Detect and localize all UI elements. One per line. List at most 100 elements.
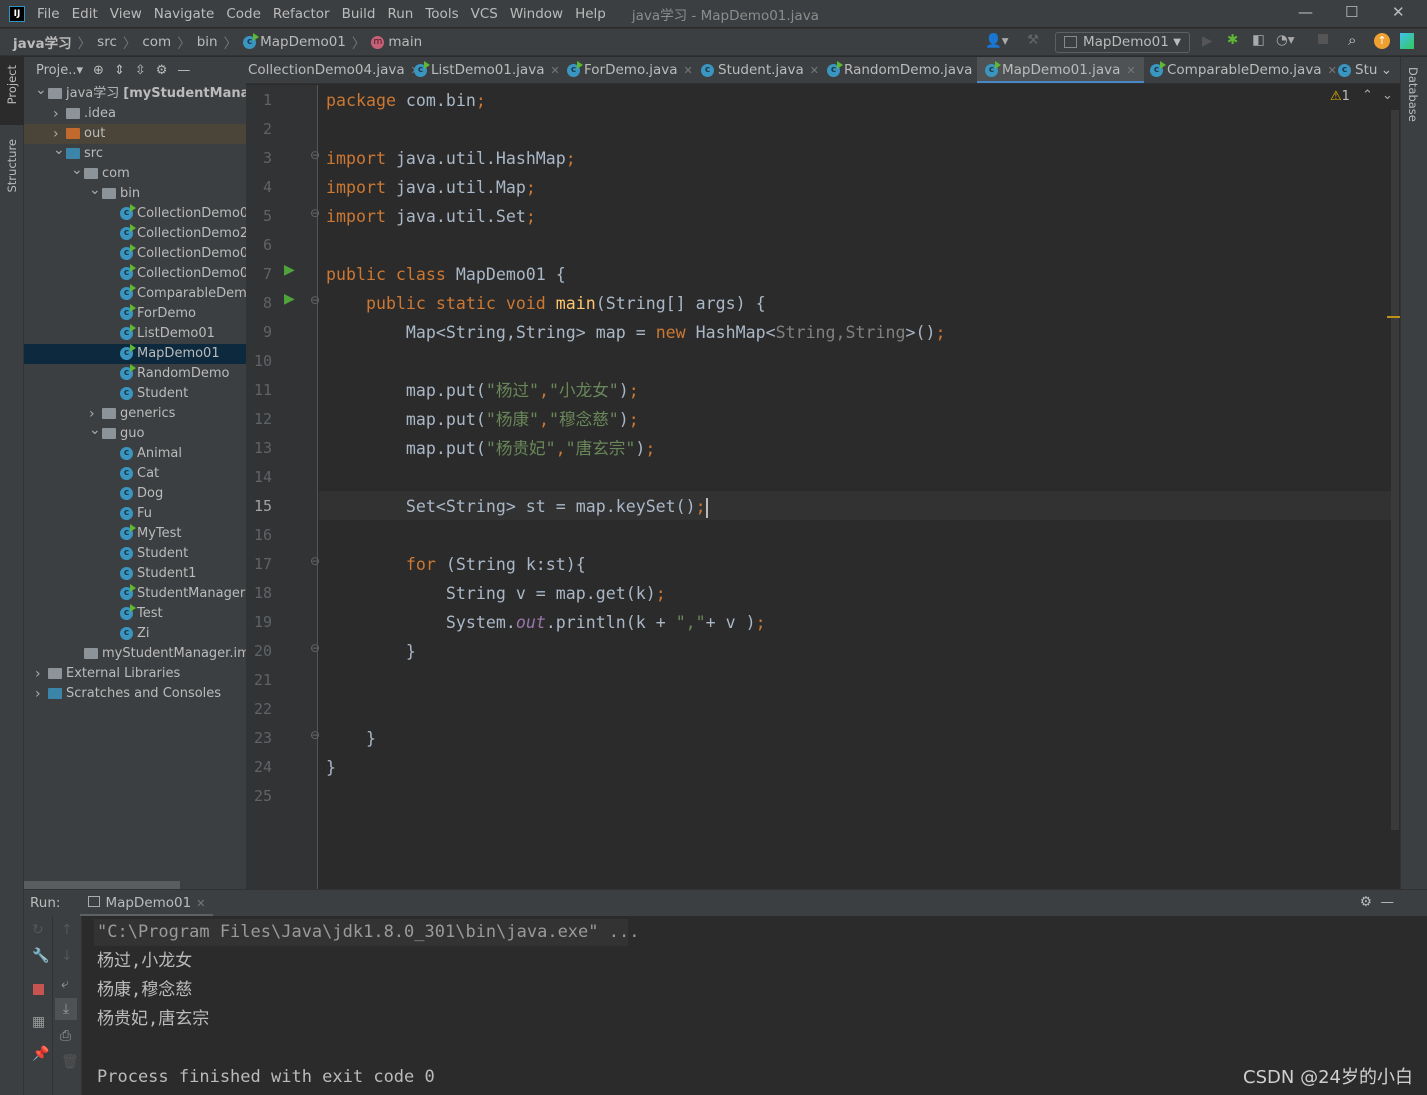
stop-icon[interactable] [1318, 34, 1328, 44]
run-gutter-icon[interactable]: ▶ [284, 291, 295, 307]
close-tab-icon[interactable]: ✕ [684, 64, 693, 77]
code-editor[interactable]: ⚠1 ⌃ ⌄ package com.bin; import java.util.… [319, 85, 1400, 889]
tab-randomdemo[interactable]: cRandomDemo.java✕ [819, 57, 996, 83]
menu-code[interactable]: Code [226, 6, 261, 22]
breadcrumb-com[interactable]: com [142, 34, 171, 50]
run-tab[interactable]: MapDemo01 ✕ [80, 890, 214, 917]
tab-stu[interactable]: c Stu [1330, 57, 1385, 83]
menu-edit[interactable]: Edit [72, 6, 98, 22]
run-gutter-icon[interactable]: ▶ [284, 262, 295, 278]
search-icon[interactable]: ⌕ [1348, 31, 1356, 49]
tree-item-studentmanager[interactable]: c StudentManager [24, 584, 246, 604]
chevron-down-icon[interactable]: ⌄ [53, 140, 65, 160]
tree-item-external-libraries[interactable]: › External Libraries [24, 664, 246, 684]
tree-item-student1[interactable]: c Student1 [24, 564, 246, 584]
breadcrumb-project[interactable]: java学习 [13, 32, 72, 52]
up-arrow-icon[interactable]: ↑ [61, 922, 73, 938]
print-icon[interactable]: ⎙ [60, 1028, 71, 1044]
minimize-icon[interactable]: — [1298, 3, 1313, 21]
tree-item--idea[interactable]: › .idea [24, 104, 246, 124]
console-output[interactable]: "C:\Program Files\Java\jdk1.8.0_301\bin\… [82, 916, 1400, 1095]
tree-item-collectiondemo2[interactable]: c CollectionDemo2 [24, 224, 246, 244]
project-tool-button[interactable]: Project [5, 65, 19, 104]
rerun-icon[interactable]: ↻ [32, 922, 44, 938]
user-icon[interactable]: 👤▾ [985, 33, 1009, 49]
breadcrumb-bin[interactable]: bin [197, 34, 218, 50]
prev-highlight-icon[interactable]: ⌃ [1362, 88, 1373, 103]
tree-item-mapdemo01[interactable]: c MapDemo01 [24, 344, 246, 364]
update-icon[interactable]: ↑ [1374, 33, 1390, 49]
trash-icon[interactable]: 🗑 [61, 1054, 79, 1070]
tab-student[interactable]: c Student.java ✕ [693, 57, 827, 83]
locate-icon[interactable]: ⊕ [93, 63, 104, 78]
tree-item-java-[interactable]: ⌄java学习[myStudentManager] [24, 84, 246, 104]
profile-icon[interactable]: ◔▾ [1276, 32, 1295, 48]
structure-tool-button[interactable]: Structure [5, 139, 19, 193]
layout-icon[interactable]: ▦ [32, 1014, 45, 1030]
tree-item-collectiondemo03[interactable]: c CollectionDemo03 [24, 244, 246, 264]
tree-item-student[interactable]: c Student [24, 384, 246, 404]
tree-item-scratches-and-consoles[interactable]: › Scratches and Consoles [24, 684, 246, 704]
tree-item-fu[interactable]: c Fu [24, 504, 246, 524]
breadcrumb-src[interactable]: src [97, 34, 117, 50]
chevron-right-icon[interactable]: › [53, 104, 59, 124]
hide-panel-icon[interactable]: — [1381, 894, 1395, 910]
editor-scrollbar[interactable] [1391, 110, 1399, 830]
menu-window[interactable]: Window [510, 6, 563, 22]
tree-item-student[interactable]: c Student [24, 544, 246, 564]
next-highlight-icon[interactable]: ⌄ [1382, 88, 1393, 103]
menu-run[interactable]: Run [387, 6, 413, 22]
tree-item-fordemo[interactable]: c ForDemo [24, 304, 246, 324]
tree-item-bin[interactable]: ⌄ bin [24, 182, 246, 204]
hide-icon[interactable]: — [177, 63, 190, 78]
warning-icon[interactable]: ⚠1 [1330, 89, 1350, 104]
tree-item-generics[interactable]: › generics [24, 404, 246, 424]
soft-wrap-icon[interactable]: ⤶ [61, 976, 69, 992]
tab-listdemo01[interactable]: c ListDemo01.java ✕ [406, 57, 568, 83]
tree-item-collectiondemo04[interactable]: c CollectionDemo04 [24, 264, 246, 284]
database-tool-button[interactable]: Database [1406, 67, 1420, 122]
chevron-down-icon[interactable]: ⌄ [71, 160, 83, 180]
menu-navigate[interactable]: Navigate [154, 6, 215, 22]
chevron-right-icon[interactable]: › [35, 664, 41, 684]
debug-icon[interactable]: ✱ [1227, 32, 1238, 48]
warning-marker[interactable] [1387, 316, 1400, 318]
tree-item-test[interactable]: c Test [24, 604, 246, 624]
maximize-icon[interactable]: ☐ [1345, 3, 1358, 21]
collapse-all-icon[interactable]: ⇳ [135, 63, 146, 78]
tree-item-com[interactable]: ⌄ com [24, 162, 246, 184]
tree-item-src[interactable]: ⌄ src [24, 142, 246, 164]
tree-item-animal[interactable]: c Animal [24, 444, 246, 464]
tree-item-zi[interactable]: c Zi [24, 624, 246, 644]
tab-comparabledemo[interactable]: c ComparableDemo.java ✕ [1142, 57, 1345, 83]
chevron-down-icon[interactable]: ⌄ [89, 180, 101, 200]
run-configuration-select[interactable]: MapDemo01 ▼ [1055, 32, 1190, 53]
tab-fordemo[interactable]: c ForDemo.java ✕ [559, 57, 701, 83]
tab-collectiondemo04[interactable]: CollectionDemo04.java✕ [246, 57, 428, 83]
breadcrumb-method[interactable]: main [388, 34, 422, 50]
tree-item-randomdemo[interactable]: c RandomDemo [24, 364, 246, 384]
menu-file[interactable]: File [37, 6, 60, 22]
stop-icon[interactable] [33, 984, 44, 995]
coverage-icon[interactable]: ◧ [1252, 32, 1265, 48]
pin-icon[interactable]: 📌 [32, 1046, 49, 1062]
menu-build[interactable]: Build [342, 6, 376, 22]
gear-icon[interactable]: ⚙ [156, 63, 168, 78]
close-tab-icon[interactable]: ✕ [810, 64, 819, 77]
scroll-to-end-icon[interactable]: ⤓ [55, 998, 77, 1020]
chevron-right-icon[interactable]: › [35, 684, 41, 704]
wrench-icon[interactable]: 🔧 [32, 948, 49, 964]
build-hammer-icon[interactable]: ⚒ [1027, 32, 1039, 48]
menu-refactor[interactable]: Refactor [273, 6, 330, 22]
run-icon[interactable]: ▶ [1202, 33, 1212, 49]
tree-item-mystudentmanager-iml[interactable]: myStudentManager.iml [24, 644, 246, 664]
expand-all-icon[interactable]: ⇕ [114, 63, 125, 78]
menu-tools[interactable]: Tools [425, 6, 458, 22]
tree-item-mytest[interactable]: c MyTest [24, 524, 246, 544]
chevron-down-icon[interactable]: ⌄ [35, 84, 47, 100]
tree-item-listdemo01[interactable]: c ListDemo01 [24, 324, 246, 344]
tab-mapdemo01[interactable]: c MapDemo01.java ✕ [977, 57, 1144, 83]
gear-icon[interactable]: ⚙ [1360, 894, 1372, 910]
tree-item-collectiondemo01[interactable]: c CollectionDemo01 [24, 204, 246, 224]
toolbox-icon[interactable] [1400, 33, 1414, 49]
